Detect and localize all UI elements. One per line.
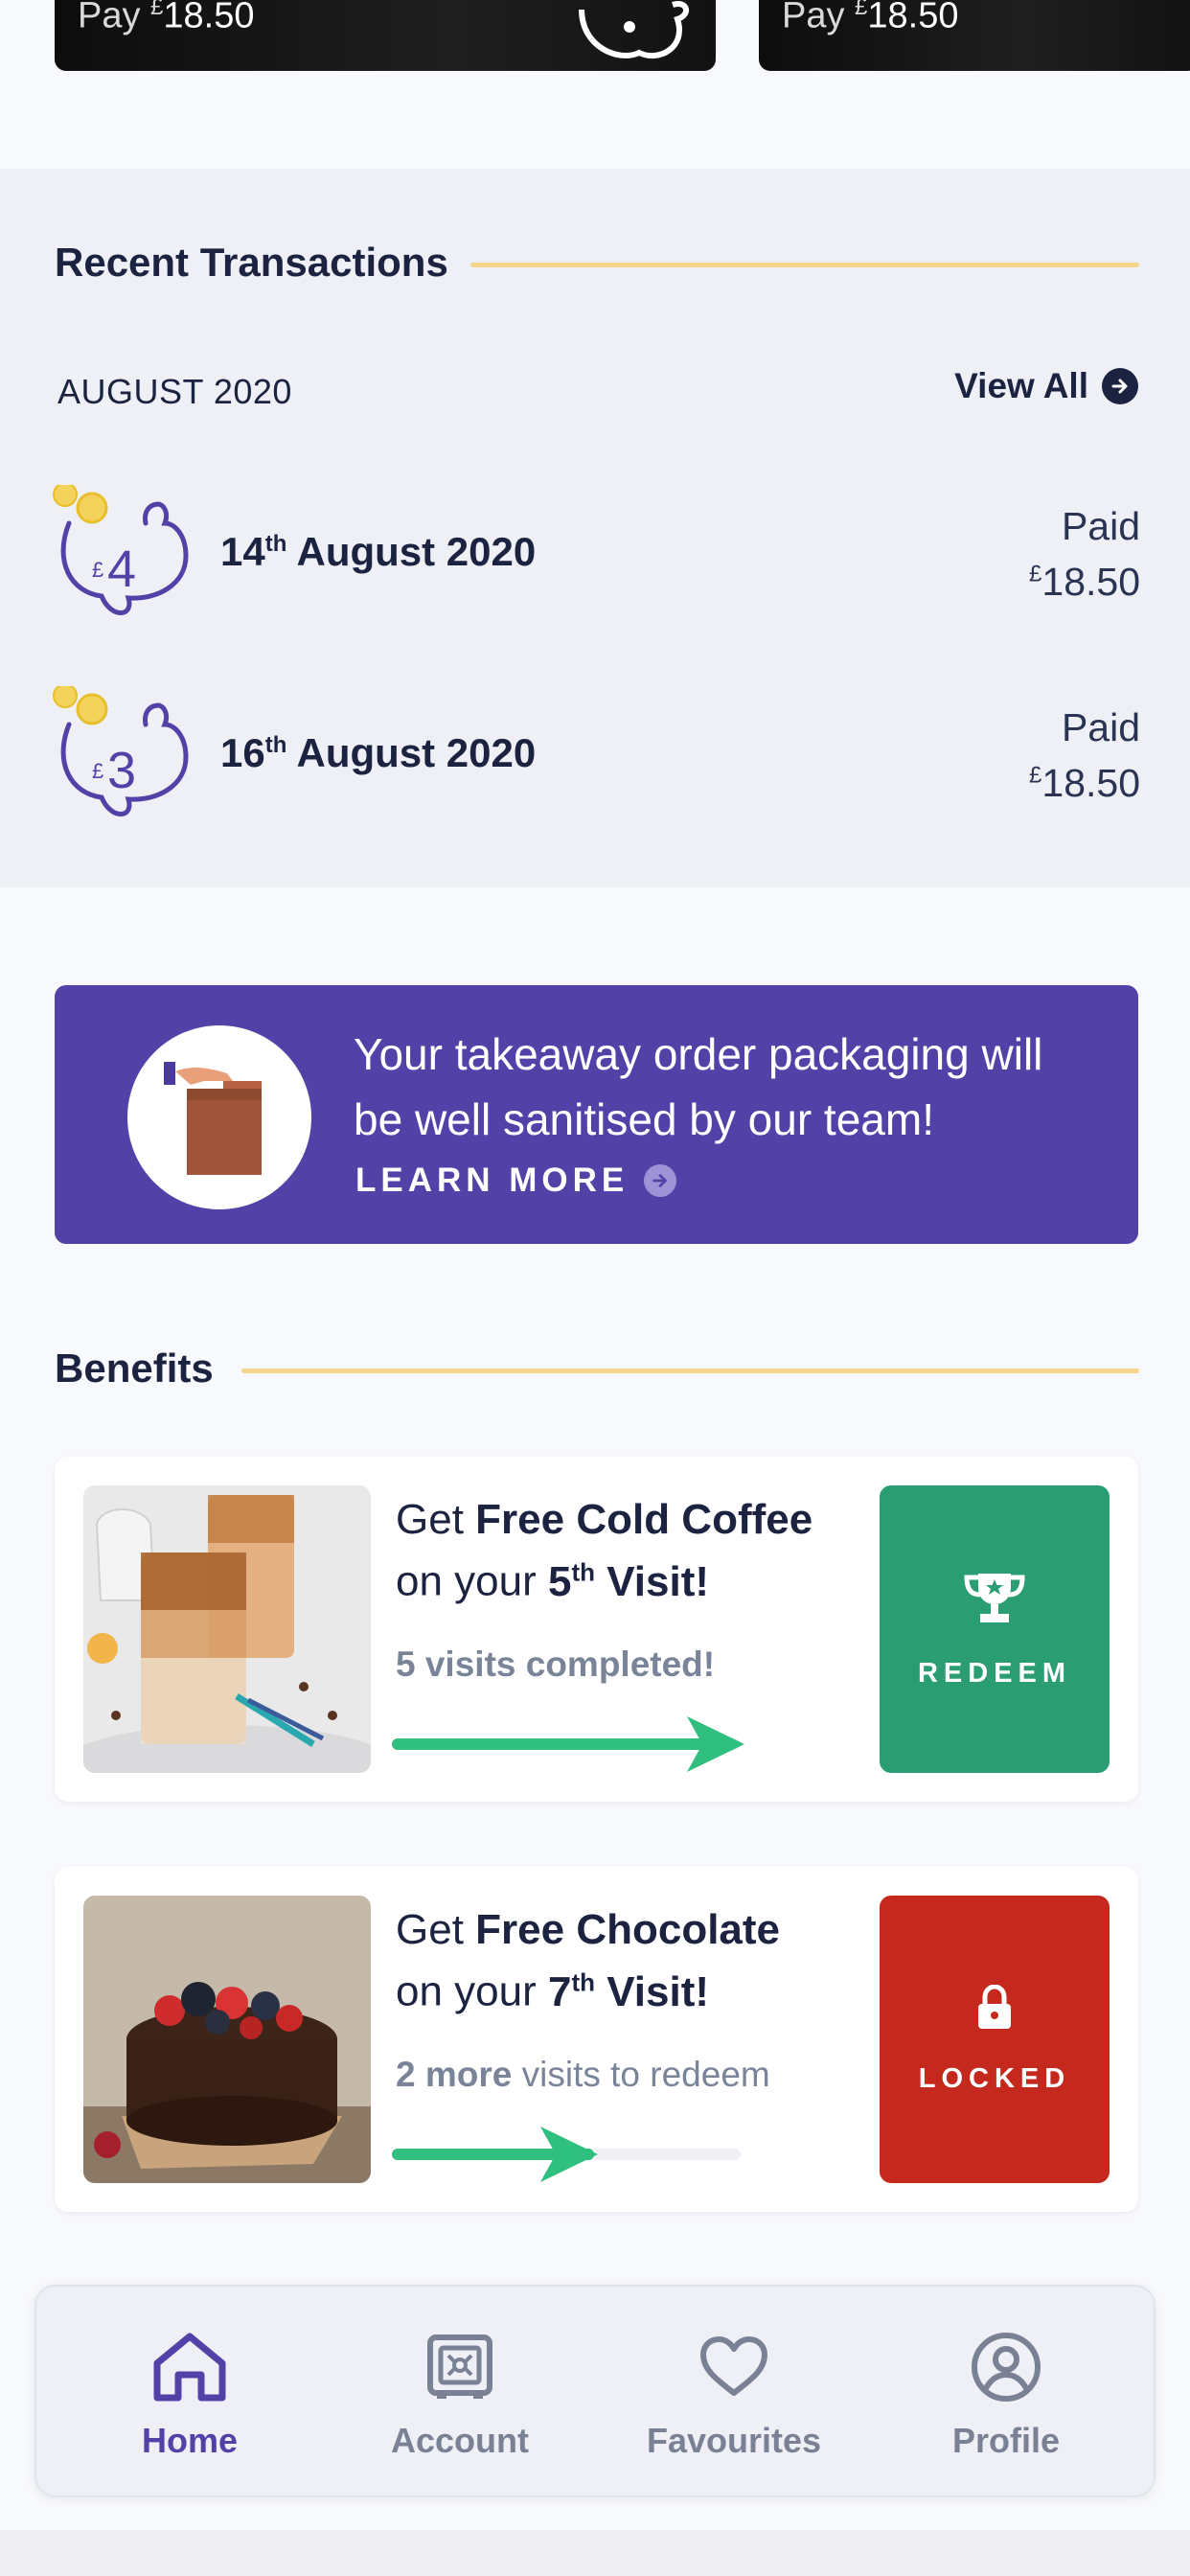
svg-text:£: £ bbox=[92, 558, 103, 582]
transaction-amount: £18.50 bbox=[1029, 761, 1140, 805]
learn-more-link[interactable]: LEARN MORE bbox=[355, 1162, 677, 1200]
transaction-status: Paid bbox=[1061, 504, 1140, 548]
transaction-date: 16th August 2020 bbox=[220, 730, 537, 775]
nav-item-home[interactable]: Home bbox=[56, 2287, 324, 2499]
view-all-link[interactable]: View All bbox=[954, 366, 1138, 406]
benefit-title: Get Free Chocolate on your 7th Visit! bbox=[396, 1906, 781, 2015]
nav-item-favourites[interactable]: Favourites bbox=[600, 2287, 868, 2499]
chocolate-cake-image bbox=[83, 1896, 371, 2183]
learn-more-label: LEARN MORE bbox=[355, 1162, 629, 1199]
transaction-date: 14th August 2020 bbox=[220, 529, 537, 574]
month-label: AUGUST 2020 bbox=[57, 372, 292, 411]
transaction-status: Paid bbox=[1061, 705, 1140, 749]
locked-button[interactable]: LOCKED bbox=[880, 1896, 1110, 2183]
piggy-bank-icon: £ 3 bbox=[52, 683, 195, 830]
bottom-nav: Home Account Favourites Profile bbox=[34, 2285, 1156, 2497]
locked-label: LOCKED bbox=[918, 2062, 1071, 2094]
transaction-amount: £18.50 bbox=[1029, 560, 1140, 604]
user-circle-icon bbox=[970, 2329, 1042, 2405]
progress-arrow-icon bbox=[540, 2127, 598, 2182]
benefit-card: Get Free Chocolate on your 7th Visit! 2 m… bbox=[55, 1867, 1138, 2212]
benefit-title: Get Free Cold Coffee on your 5th Visit! bbox=[396, 1496, 813, 1605]
transaction-row[interactable]: £ 4 14th August 2020 Paid £18.50 bbox=[52, 482, 1140, 629]
nav-label: Account bbox=[391, 2421, 529, 2460]
section-divider bbox=[470, 263, 1139, 267]
benefit-status: 5 visits completed! bbox=[396, 1644, 716, 1684]
nav-label: Favourites bbox=[646, 2421, 822, 2460]
lock-icon bbox=[975, 1983, 1014, 2038]
redeem-label: REDEEM bbox=[917, 1657, 1072, 1689]
pay-card[interactable]: Pay £18.50 bbox=[55, 0, 716, 71]
view-all-label: View All bbox=[954, 366, 1088, 405]
pay-card-label: Pay £18.50 bbox=[78, 0, 255, 36]
nav-label: Home bbox=[141, 2421, 239, 2460]
svg-text:4: 4 bbox=[107, 540, 136, 598]
progress-bar bbox=[392, 1716, 744, 1772]
piggy-bank-icon: £ 4 bbox=[52, 482, 195, 629]
heart-icon bbox=[698, 2329, 770, 2405]
pay-card[interactable]: Pay £18.50 bbox=[759, 0, 1190, 71]
svg-text:£: £ bbox=[92, 759, 103, 783]
arrow-right-icon bbox=[1102, 368, 1138, 404]
section-title-benefits: Benefits bbox=[55, 1346, 214, 1391]
takeaway-bag-icon bbox=[127, 1025, 311, 1209]
trophy-icon bbox=[961, 1570, 1028, 1633]
recent-transactions-section: Recent Transactions AUGUST 2020 View All… bbox=[0, 169, 1190, 887]
piggy-bank-icon bbox=[562, 0, 697, 71]
nav-label: Profile bbox=[951, 2421, 1061, 2460]
section-divider bbox=[241, 1368, 1139, 1373]
benefit-card: Get Free Cold Coffee on your 5th Visit! 5… bbox=[55, 1457, 1138, 1802]
benefit-status: 2 more visits to redeem bbox=[396, 2055, 770, 2094]
progress-arrow-icon bbox=[687, 1716, 744, 1772]
arrow-right-icon bbox=[644, 1164, 677, 1197]
home-icon bbox=[149, 2329, 230, 2405]
svg-text:3: 3 bbox=[107, 742, 136, 799]
nav-item-account[interactable]: Account bbox=[326, 2287, 594, 2499]
redeem-button[interactable]: REDEEM bbox=[880, 1485, 1110, 1773]
cold-coffee-image bbox=[83, 1485, 371, 1773]
transaction-row[interactable]: £ 3 16th August 2020 Paid £18.50 bbox=[52, 683, 1140, 830]
progress-bar bbox=[392, 2127, 741, 2182]
section-title-recent: Recent Transactions bbox=[55, 240, 448, 285]
promo-banner[interactable]: Your takeaway order packaging will be we… bbox=[55, 985, 1138, 1244]
safe-icon bbox=[425, 2329, 494, 2405]
nav-item-profile[interactable]: Profile bbox=[872, 2287, 1140, 2499]
pay-card-label: Pay £18.50 bbox=[782, 0, 959, 36]
promo-message: Your takeaway order packaging will be we… bbox=[354, 1029, 1043, 1144]
progress-fill bbox=[392, 1738, 712, 1750]
home-indicator-area bbox=[0, 2530, 1190, 2576]
